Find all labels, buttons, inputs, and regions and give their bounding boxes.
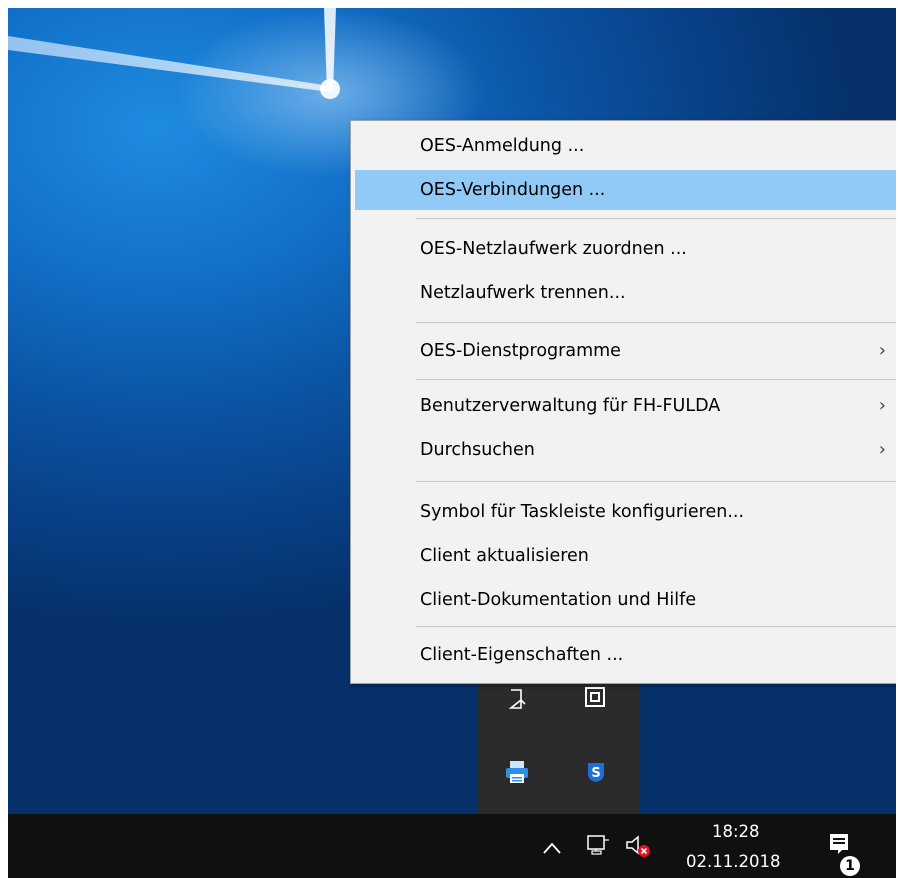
menu-item-client-aktualisieren[interactable]: Client aktualisieren	[355, 536, 896, 576]
window-app-icon[interactable]	[584, 687, 606, 713]
menu-item-symbol-konfigurieren[interactable]: Symbol für Taskleiste konfigurieren...	[355, 492, 896, 532]
usb-eject-icon[interactable]	[507, 687, 529, 715]
chevron-right-icon: ›	[878, 395, 886, 416]
taskbar: 18:28 02.11.2018 1	[8, 814, 896, 878]
menu-item-oes-verbindungen[interactable]: OES-Verbindungen ...	[355, 170, 896, 210]
shield-letter: S	[591, 766, 600, 781]
chevron-up-icon[interactable]	[542, 840, 562, 859]
menu-item-label: OES-Netzlaufwerk zuordnen ...	[420, 239, 687, 259]
menu-item-label: Benutzerverwaltung für FH-FULDA	[420, 396, 721, 416]
menu-item-client-eigenschaften[interactable]: Client-Eigenschaften ...	[355, 635, 896, 675]
volume-muted-icon[interactable]	[624, 832, 652, 864]
chevron-right-icon: ›	[878, 439, 886, 460]
notification-badge: 1	[840, 856, 860, 876]
menu-separator	[416, 481, 896, 482]
menu-item-label: Client-Dokumentation und Hilfe	[420, 590, 697, 610]
menu-separator	[416, 626, 896, 627]
menu-separator	[416, 322, 896, 323]
tray-overflow-popup: S	[477, 684, 640, 814]
menu-item-label: Client aktualisieren	[420, 546, 589, 566]
menu-item-benutzerverwaltung[interactable]: Benutzerverwaltung für FH-FULDA ›	[355, 386, 896, 426]
menu-item-label: OES-Anmeldung ...	[420, 136, 585, 156]
chevron-right-icon: ›	[878, 340, 886, 361]
menu-item-netzlaufwerk-zuordnen[interactable]: OES-Netzlaufwerk zuordnen ...	[355, 229, 896, 269]
menu-item-label: OES-Dienstprogramme	[420, 341, 621, 361]
menu-item-durchsuchen[interactable]: Durchsuchen ›	[355, 430, 896, 470]
clock-time[interactable]: 18:28	[712, 822, 760, 841]
notification-count: 1	[845, 858, 855, 874]
menu-separator	[416, 379, 896, 380]
clock-date[interactable]: 02.11.2018	[686, 852, 780, 871]
menu-separator	[416, 218, 896, 219]
menu-item-label: Netzlaufwerk trennen...	[420, 283, 626, 303]
menu-item-label: Durchsuchen	[420, 440, 535, 460]
security-shield-icon[interactable]: S	[586, 761, 606, 787]
desktop: S 18:28 02.11.2018 1 OES-Anmeldung ... O…	[8, 8, 896, 878]
menu-item-label: Client-Eigenschaften ...	[420, 645, 624, 665]
menu-item-netzlaufwerk-trennen[interactable]: Netzlaufwerk trennen...	[355, 273, 896, 313]
menu-item-label: Symbol für Taskleiste konfigurieren...	[420, 502, 745, 522]
menu-item-dokumentation-hilfe[interactable]: Client-Dokumentation und Hilfe	[355, 580, 896, 620]
context-menu: OES-Anmeldung ... OES-Verbindungen ... O…	[350, 120, 896, 684]
printer-icon[interactable]	[504, 759, 530, 789]
network-icon[interactable]	[585, 834, 611, 862]
menu-item-label: OES-Verbindungen ...	[420, 180, 606, 200]
menu-item-dienstprogramme[interactable]: OES-Dienstprogramme ›	[355, 331, 896, 371]
menu-item-oes-anmeldung[interactable]: OES-Anmeldung ...	[355, 126, 896, 166]
